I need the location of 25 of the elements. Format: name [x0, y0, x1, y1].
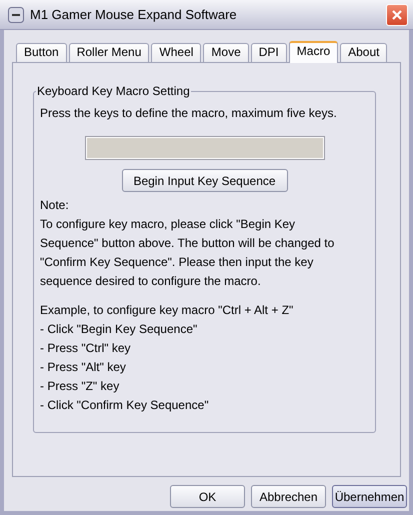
step-text: - Press "Alt" key — [40, 359, 127, 376]
begin-button[interactable]: Begin Input Key Sequence — [122, 169, 288, 192]
dialog-button[interactable]: Abbrechen — [251, 485, 326, 508]
tab[interactable]: Macro — [288, 41, 338, 63]
tab[interactable]: Move — [203, 43, 249, 62]
dialog-button[interactable]: OK — [170, 485, 245, 508]
tab[interactable]: Roller Menu — [68, 43, 150, 62]
close-icon — [391, 8, 403, 20]
example-heading: Example, to configure key macro "Ctrl + Alt + Z" — [40, 302, 294, 319]
note-text: To configure key macro, please click "Begin Key Sequence" button above. The button will be changed to "Confirm Key Sequence". Please then input the key sequence desired to configure the macro. — [40, 216, 336, 290]
note-heading: Note: — [40, 197, 70, 214]
step-text: - Press "Z" key — [40, 378, 120, 395]
minimize-icon[interactable] — [8, 6, 24, 22]
instruction-text: Press the keys to define the macro, maximum five keys. — [40, 105, 338, 122]
close-button[interactable] — [386, 4, 408, 26]
window-title: M1 Gamer Mouse Expand Software — [30, 6, 238, 24]
tab[interactable]: Wheel — [151, 43, 202, 62]
step-text: - Click "Confirm Key Sequence" — [40, 397, 210, 414]
group-title: Keyboard Key Macro Setting — [36, 84, 191, 99]
dialog-button[interactable]: Übernehmen — [332, 485, 407, 508]
tab[interactable]: DPI — [250, 43, 287, 62]
tab[interactable]: Button — [16, 43, 67, 62]
step-text: - Click "Begin Key Sequence" — [40, 321, 198, 338]
tab[interactable]: About — [340, 43, 388, 62]
step-text: - Press "Ctrl" key — [40, 340, 132, 357]
